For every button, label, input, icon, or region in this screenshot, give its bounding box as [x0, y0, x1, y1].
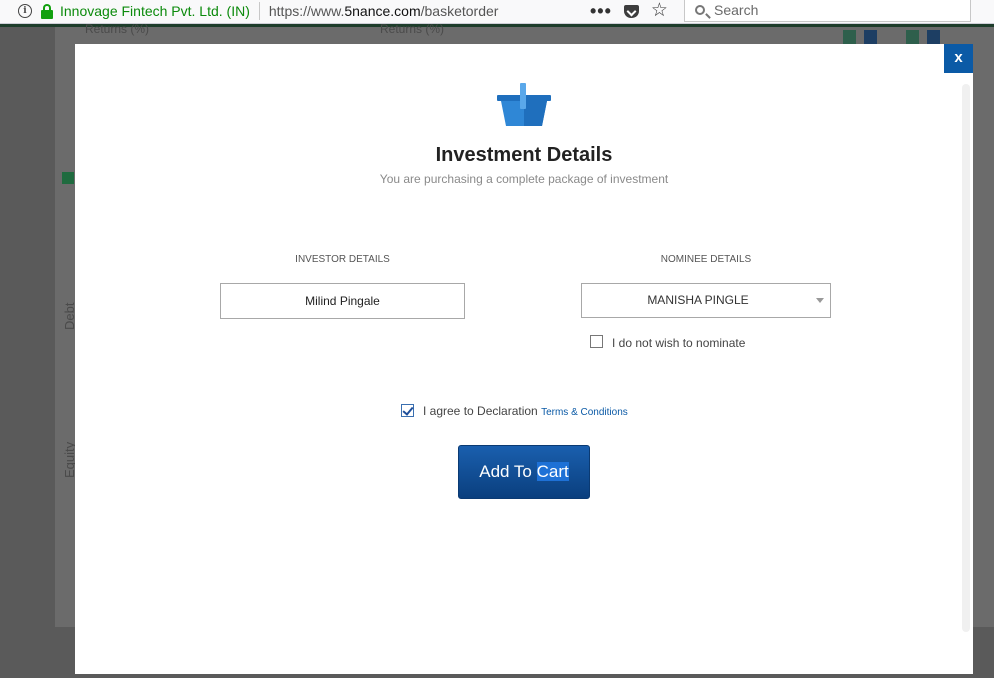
search-icon — [695, 5, 705, 15]
url-separator — [258, 2, 260, 20]
url-prefix: https://www. — [268, 3, 345, 19]
close-button[interactable]: x — [944, 44, 973, 73]
bg-chart-bar — [864, 30, 877, 44]
no-nominate-checkbox[interactable] — [590, 335, 603, 348]
terms-conditions-link[interactable]: Terms & Conditions — [541, 407, 628, 418]
url-domain: 5nance.com — [344, 3, 421, 19]
nominee-selected-value: MANISHA PINGLE — [647, 293, 749, 307]
page-actions: ••• ☆ — [590, 0, 668, 22]
bg-chart-bar — [906, 30, 919, 44]
nominee-details-heading: NOMINEE DETAILS — [660, 254, 752, 265]
declaration-label: I agree to Declaration Terms & Condition… — [423, 404, 628, 418]
add-to-cart-label-part2: Cart — [536, 462, 569, 481]
declaration-text: I agree to Declaration — [423, 404, 538, 418]
bg-chart-bar — [843, 30, 856, 44]
url-text[interactable]: https://www.5nance.com/basketorder — [269, 3, 499, 19]
bg-returns-label-2: Returns (%) — [380, 22, 445, 36]
no-nominate-label[interactable]: I do not wish to nominate — [612, 336, 745, 350]
bg-chart-bar — [927, 30, 940, 44]
info-icon[interactable]: i — [18, 4, 32, 18]
url-bar[interactable]: i Innovage Fintech Pvt. Ltd. (IN) https:… — [10, 0, 678, 22]
search-placeholder: Search — [714, 2, 759, 18]
lock-icon[interactable] — [40, 3, 54, 19]
search-input[interactable]: Search — [684, 0, 971, 22]
pocket-icon[interactable] — [623, 4, 639, 18]
browser-toolbar: i Innovage Fintech Pvt. Ltd. (IN) https:… — [0, 0, 994, 24]
modal-title: Investment Details — [435, 144, 613, 166]
url-path: /basketorder — [420, 3, 499, 19]
site-identity[interactable]: Innovage Fintech Pvt. Ltd. (IN) — [60, 3, 250, 19]
basket-icon — [497, 83, 551, 126]
bg-returns-label-1: Returns (%) — [85, 22, 150, 36]
declaration-checkbox[interactable] — [401, 404, 414, 417]
bg-list-icon — [62, 172, 74, 184]
investor-details-heading: INVESTOR DETAILS — [295, 254, 390, 265]
add-to-cart-label-part1: Add To — [479, 462, 537, 481]
add-to-cart-button[interactable]: Add To Cart — [458, 445, 590, 499]
bookmark-star-icon[interactable]: ☆ — [651, 1, 668, 20]
investment-details-modal — [75, 44, 973, 674]
page-actions-menu-icon[interactable]: ••• — [590, 2, 612, 20]
modal-subtitle: You are purchasing a complete package of… — [379, 172, 669, 186]
nominee-select[interactable]: MANISHA PINGLE — [581, 283, 831, 318]
chevron-down-icon — [816, 298, 824, 303]
investor-name-field[interactable]: Milind Pingale — [220, 283, 465, 319]
